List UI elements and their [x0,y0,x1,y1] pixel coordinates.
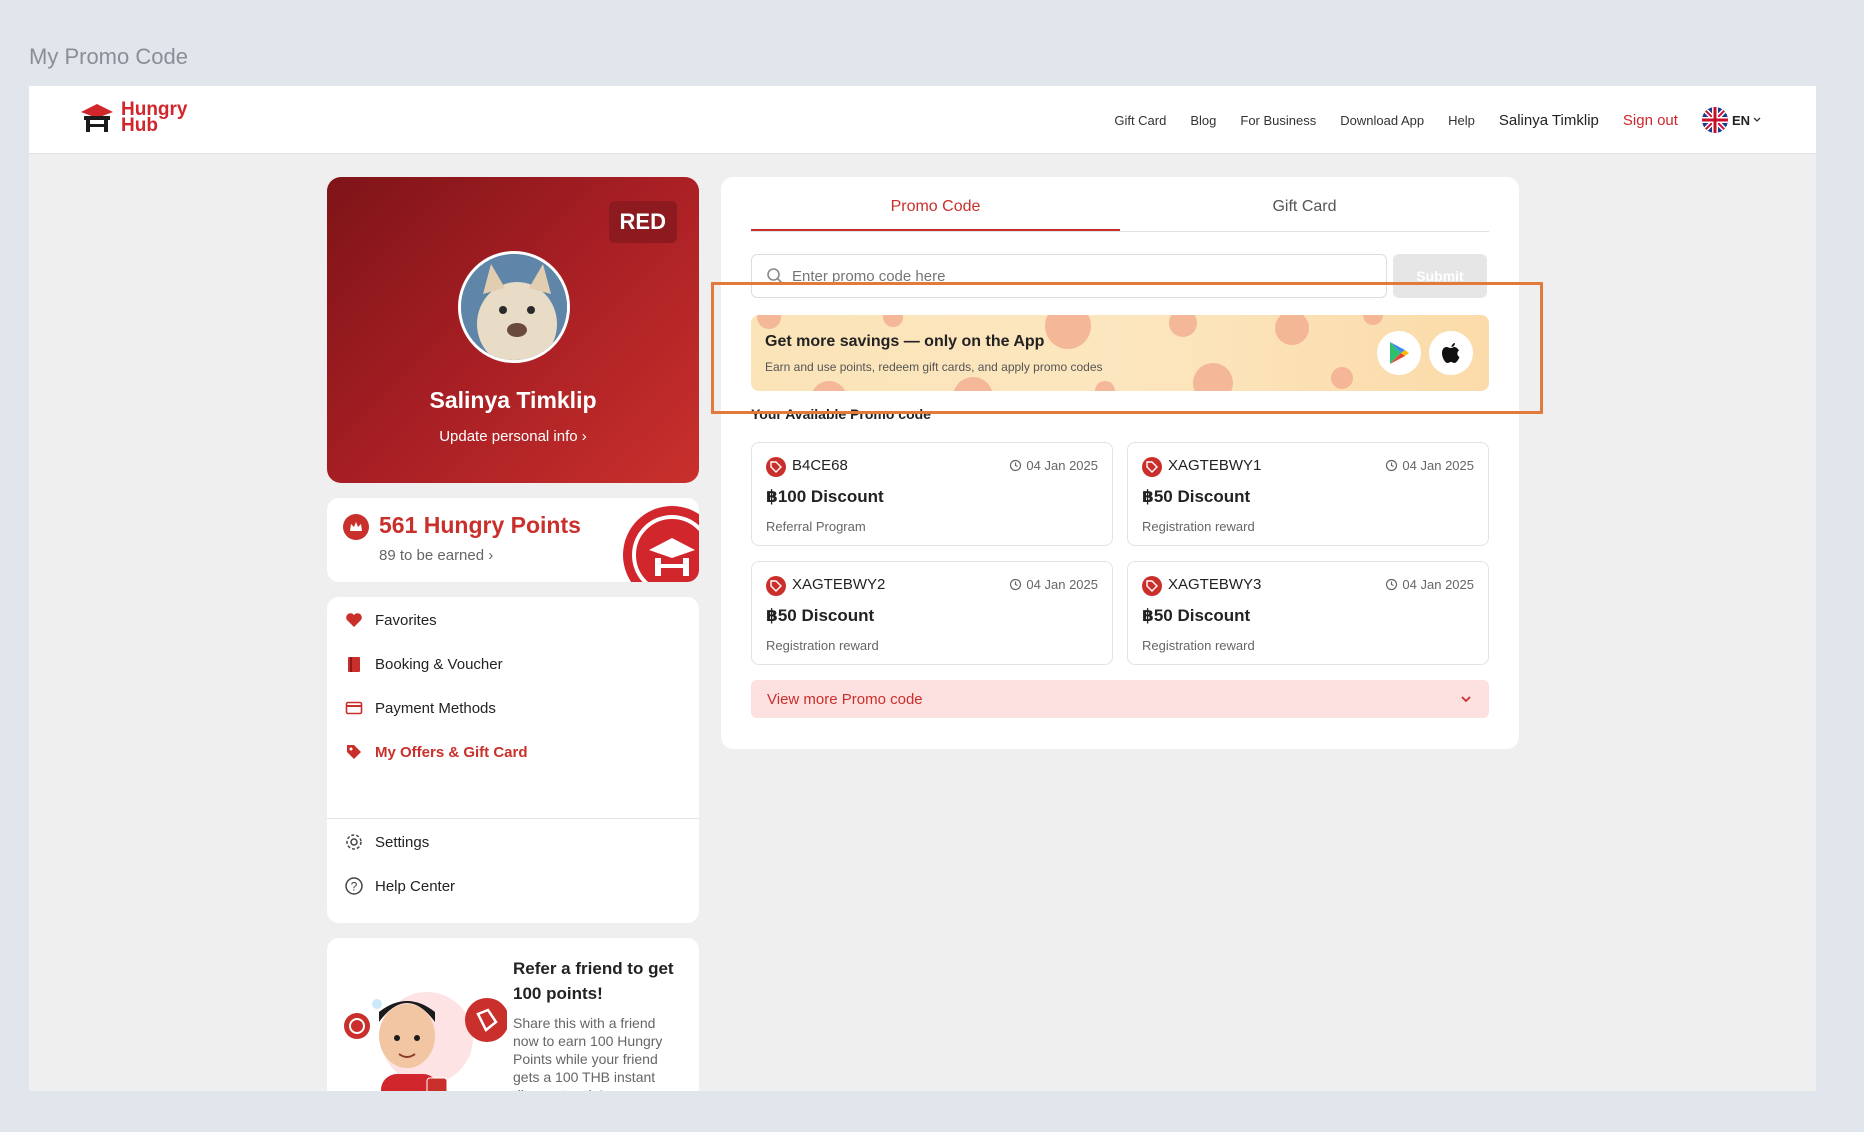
referral-mascot-illustration [337,978,509,1091]
menu-divider [327,818,699,819]
chevron-down-icon [1461,696,1471,703]
refer-description: Share this with a friend now to earn 100… [513,1015,663,1091]
promo-date-label: 04 Jan 2025 [1402,577,1474,592]
menu-item-favorites[interactable]: Favorites [343,609,437,631]
book-icon [343,653,365,675]
account-menu: Favorites Booking & Voucher Payment Meth… [327,597,699,923]
promo-date: 04 Jan 2025 [1385,577,1474,592]
credit-card-icon [343,697,365,719]
hungry-hub-emblem-icon [623,506,699,582]
menu-item-payment[interactable]: Payment Methods [343,697,496,719]
help-circle-icon: ? [343,875,365,897]
nav-download-app[interactable]: Download App [1340,113,1424,128]
promo-amount: ฿50 Discount [766,606,875,625]
top-header: Hungry Hub Gift Card Blog For Business D… [29,86,1816,154]
view-more-promo-button[interactable]: View more Promo code [751,680,1489,718]
uk-flag-icon [1701,107,1728,133]
menu-item-help-center[interactable]: ? Help Center [343,875,455,897]
logo-table-icon [81,104,113,132]
nav-gift-card[interactable]: Gift Card [1114,113,1166,128]
menu-item-offers[interactable]: My Offers & Gift Card [343,741,528,763]
promo-date: 04 Jan 2025 [1009,577,1098,592]
promo-tag-icon [766,576,786,596]
chevron-right-icon: › [581,428,587,445]
gear-icon [343,831,365,853]
promo-tabs: Promo Code Gift Card [751,177,1489,232]
points-pending[interactable]: 89 to be earned › [379,547,493,564]
language-label: EN [1731,112,1750,128]
promo-source: Registration reward [1142,638,1255,653]
promo-code: XAGTEBWY2 [792,576,886,593]
page-caption: My Promo Code [29,44,188,69]
promo-tag-icon [1142,576,1162,596]
promo-card[interactable]: XAGTEBWY1 04 Jan 2025 ฿50 Discount Regis… [1127,442,1489,546]
hungry-hub-logo[interactable]: Hungry Hub [79,100,188,136]
chevron-down-icon [1753,117,1761,122]
profile-name: Salinya Timklip [429,387,597,413]
history-icon [1386,459,1398,472]
promo-code: XAGTEBWY3 [1168,576,1262,593]
logo-line-2: Hub [121,115,158,136]
tier-badge: RED [608,201,677,243]
nav-user-name[interactable]: Salinya Timklip [1499,112,1599,129]
promo-tag-icon [1142,457,1162,477]
points-card[interactable]: 561 Hungry Points 89 to be earned › [327,498,699,582]
chevron-right-icon: › [488,547,494,564]
history-icon [1010,578,1022,591]
promo-code: XAGTEBWY1 [1168,457,1262,474]
points-total: 561 Hungry Points [379,512,581,538]
promo-source: Referral Program [766,519,866,534]
menu-label-favorites: Favorites [375,611,437,629]
promo-amount: ฿50 Discount [1142,487,1251,506]
avatar[interactable] [458,251,570,363]
promo-date: 04 Jan 2025 [1009,458,1098,473]
promo-date-label: 04 Jan 2025 [1402,458,1474,473]
points-pending-label: 89 to be earned [379,547,485,564]
history-icon [1386,578,1398,591]
language-selector[interactable]: EN [1701,107,1762,133]
crown-icon [343,514,369,540]
promo-date-label: 04 Jan 2025 [1026,458,1098,473]
promo-card[interactable]: XAGTEBWY3 04 Jan 2025 ฿50 Discount Regis… [1127,561,1489,665]
menu-label-booking: Booking & Voucher [375,655,503,673]
menu-item-settings[interactable]: Settings [343,831,429,853]
promo-date-label: 04 Jan 2025 [1026,577,1098,592]
promo-amount: ฿100 Discount [766,487,884,506]
profile-card: RED Salinya Timklip Update personal info… [327,177,699,483]
nav-blog[interactable]: Blog [1190,113,1216,128]
menu-label-offers: My Offers & Gift Card [375,743,528,761]
browser-frame: Hungry Hub Gift Card Blog For Business D… [29,86,1816,1091]
logo-text: Hungry Hub [121,100,188,136]
promo-card[interactable]: B4CE68 04 Jan 2025 ฿100 Discount Referra… [751,442,1113,546]
promo-tag-icon [766,457,786,477]
annotation-highlight-box [711,282,1543,414]
sign-out-link[interactable]: Sign out [1623,112,1678,129]
tab-promo-code[interactable]: Promo Code [751,177,1120,231]
menu-label-payment: Payment Methods [375,699,496,717]
heart-icon [343,609,365,631]
menu-label-help-center: Help Center [375,877,456,895]
menu-label-settings: Settings [375,833,430,851]
promo-source: Registration reward [1142,519,1255,534]
refer-title: Refer a friend to get 100 points! [513,959,674,1003]
nav-for-business[interactable]: For Business [1240,113,1316,128]
promo-code: B4CE68 [792,457,848,474]
promo-date: 04 Jan 2025 [1385,458,1474,473]
tab-gift-card[interactable]: Gift Card [1120,177,1489,231]
update-personal-info-link[interactable]: Update personal info › [327,428,699,445]
top-nav: Gift Card Blog For Business Download App… [1090,86,1762,154]
history-icon [1010,459,1022,472]
promo-card[interactable]: XAGTEBWY2 04 Jan 2025 ฿50 Discount Regis… [751,561,1113,665]
tag-icon [343,741,365,763]
menu-item-booking[interactable]: Booking & Voucher [343,653,503,675]
refer-friend-card[interactable]: Refer a friend to get 100 points! Share … [327,938,699,1091]
svg-text:?: ? [351,880,358,894]
update-info-label: Update personal info [439,428,578,445]
nav-help[interactable]: Help [1448,113,1475,128]
promo-amount: ฿50 Discount [1142,606,1251,625]
promo-source: Registration reward [766,638,879,653]
view-more-label: View more Promo code [767,690,923,708]
